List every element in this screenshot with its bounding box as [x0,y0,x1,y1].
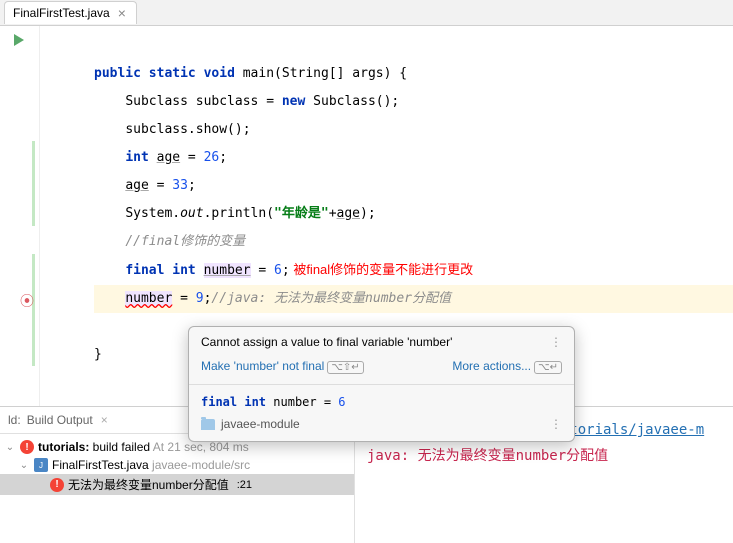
variable: age [337,206,360,221]
tree-row-error[interactable]: ! 无法为最终变量number分配值 :21 [0,474,354,495]
field: out [180,206,203,221]
panel-title: Build Output [27,413,93,427]
quick-fix-link[interactable]: Make 'number' not final⌥⇧↵ [201,359,364,374]
line-number-badge: :21 [233,479,256,491]
more-actions-link[interactable]: More actions...⌥↵ [452,359,562,374]
error-variable: number [125,291,172,306]
gutter: ⦿ [0,26,40,406]
compiler-error: java: 无法为最终变量number分配值 [367,443,721,469]
tab-bar: FinalFirstTest.java × [0,0,733,26]
error-message: 无法为最终变量number分配值 [68,476,229,493]
more-icon[interactable]: ⋮ [550,339,562,345]
popup-title: Cannot assign a value to final variable … [201,335,452,349]
number: 6 [274,263,282,278]
keyword: int [172,263,195,278]
code-text: main(String[] args) { [235,66,407,81]
annotation: 被final修饰的变量不能进行更改 [290,262,473,277]
close-icon[interactable]: × [101,413,108,427]
error-icon: ! [20,440,34,454]
error-popup: Cannot assign a value to final variable … [188,326,575,442]
comment: //java: 无法为最终变量number分配值 [211,291,451,306]
string: "年龄是" [274,206,329,221]
keyword: final [125,263,164,278]
shortcut-icon: ⌥↵ [534,361,562,374]
more-icon[interactable]: ⋮ [550,421,562,427]
error-icon[interactable]: ⦿ [20,291,34,311]
number: 9 [196,291,204,306]
code-text: subclass.show(); [125,122,250,137]
number: 33 [172,178,188,193]
variable: age [157,150,180,165]
editor-tab[interactable]: FinalFirstTest.java × [4,1,137,24]
vcs-change-bar [32,141,35,226]
folder-icon [201,419,215,430]
variable: number [204,263,251,278]
keyword: int [125,150,148,165]
code-text: Subclass subclass = [125,94,282,109]
chevron-down-icon[interactable]: ⌄ [18,460,30,471]
fold-gutter [40,26,94,406]
module-name: javaee-module [221,417,300,431]
run-icon[interactable] [14,34,24,46]
java-file-icon: J [34,458,48,472]
build-time: At 21 sec, 804 ms [153,440,249,454]
keyword: void [204,66,235,81]
variable: age [125,178,148,193]
shortcut-icon: ⌥⇧↵ [327,361,363,374]
keyword: static [149,66,196,81]
editor-area: ⦿ public static void main(String[] args)… [0,26,733,406]
code-text: Subclass(); [305,94,399,109]
error-icon: ! [50,478,64,492]
code-text: } [94,347,102,362]
popup-code-preview: final int number = 6 [189,385,574,415]
number: 26 [204,150,220,165]
keyword: new [282,94,305,109]
chevron-down-icon[interactable]: ⌄ [4,442,16,453]
comment: //final修饰的变量 [125,234,245,249]
close-icon[interactable]: × [118,6,126,20]
keyword: public [94,66,141,81]
tab-filename: FinalFirstTest.java [13,6,110,20]
tree-row-file[interactable]: ⌄ J FinalFirstTest.java javaee-module/sr… [0,456,354,474]
